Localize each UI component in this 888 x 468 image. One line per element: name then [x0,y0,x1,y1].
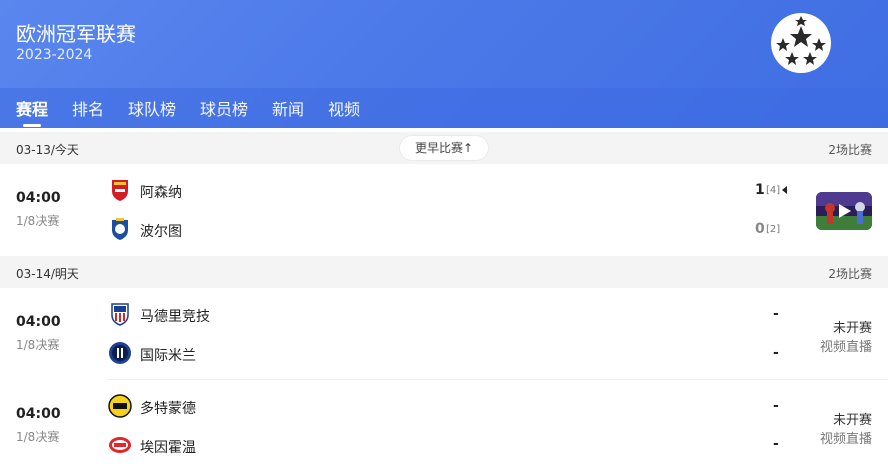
match-count: 2场比赛 [828,143,872,157]
match-time: 04:00 [16,190,61,206]
away-team-name: 埃因霍温 [140,440,196,456]
inter-milan-crest-icon [109,342,131,364]
video-live-link[interactable]: 视频直播 [820,428,872,447]
tab-team-rankings[interactable]: 球队榜 [128,96,176,120]
match-round: 1/8决赛 [16,430,60,444]
away-score: - [773,436,779,452]
tab-news[interactable]: 新闻 [272,96,304,120]
arsenal-crest-icon [112,180,128,201]
league-header: 欧洲冠军联赛 2023-2024 赛程 排名 球队榜 球员榜 新闻 视频 [0,0,888,128]
match-status: 未开赛 [832,321,872,336]
match-round: 1/8决赛 [16,214,60,228]
date-bar-tomorrow: 03-14/明天 2场比赛 [0,256,888,288]
date-bar-today: 03-13/今天 更早比赛↑ 2场比赛 [0,132,888,164]
away-team-name: 国际米兰 [140,348,196,364]
home-score: 1 [755,182,765,198]
match-status: 未开赛 [832,413,872,428]
away-team-name: 波尔图 [140,224,182,240]
psv-crest-icon [109,437,131,453]
away-score: 0 [755,221,765,237]
date-label: 03-13/今天 [16,143,79,157]
tab-schedule[interactable]: 赛程 [16,96,48,120]
highlight-video-thumbnail[interactable] [816,192,872,230]
champions-league-ball-icon [771,13,831,73]
atletico-madrid-crest-icon [111,303,129,326]
match-time: 04:00 [16,406,61,422]
porto-crest-icon [112,218,128,240]
match-time: 04:00 [16,314,61,330]
league-name: 欧洲冠军联赛 [16,22,136,46]
tab-standings[interactable]: 排名 [72,96,104,120]
tab-player-rankings[interactable]: 球员榜 [200,96,248,120]
match-count: 2场比赛 [828,267,872,281]
home-team-name: 多特蒙德 [140,401,196,417]
video-live-link[interactable]: 视频直播 [820,336,872,355]
match-round: 1/8决赛 [16,338,60,352]
winner-arrow-icon [782,186,787,194]
home-penalty-score: [4] [766,185,781,196]
home-score: - [773,398,779,414]
active-tab-indicator [23,124,41,127]
home-team-name: 阿森纳 [140,185,182,201]
season-label: 2023-2024 [16,47,93,63]
home-team-name: 马德里竞技 [140,309,210,325]
away-score: - [773,345,779,361]
tab-video[interactable]: 视频 [328,96,360,120]
date-label: 03-14/明天 [16,267,79,281]
away-penalty-score: [2] [766,224,781,235]
home-score: - [773,306,779,322]
row-divider [108,379,888,380]
earlier-matches-button[interactable]: 更早比赛↑ [400,136,488,160]
dortmund-crest-icon [108,394,132,418]
